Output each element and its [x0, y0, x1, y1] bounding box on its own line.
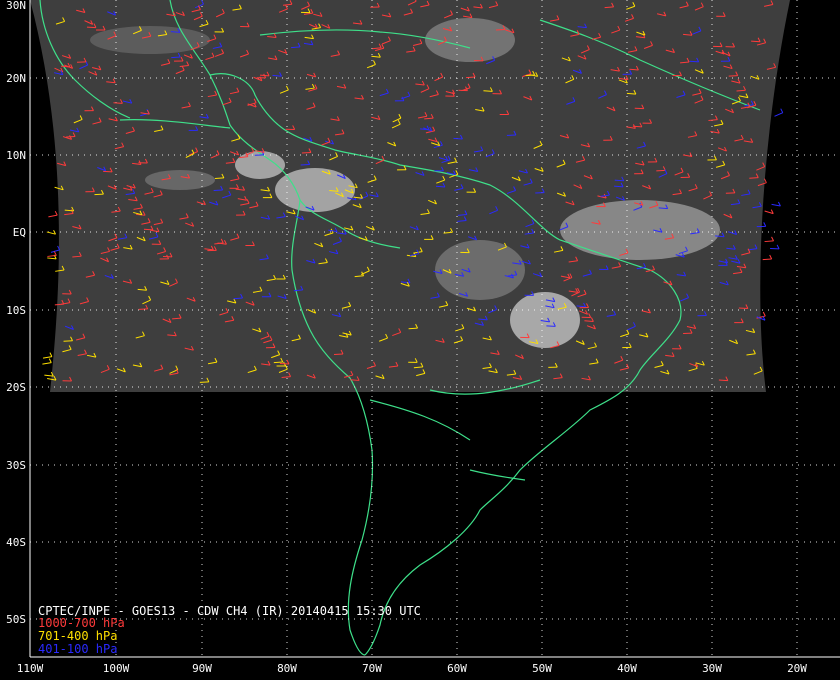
longitude-label: 50W: [532, 662, 552, 675]
legend-entry-mid-level: 701-400 hPa: [38, 629, 118, 643]
latitude-label: 10N: [6, 149, 26, 162]
longitude-label: 100W: [103, 662, 130, 675]
legend-entry-high-level: 401-100 hPa: [38, 642, 118, 656]
satellite-wind-map: 30N 20N 10N EQ 10S 20S 30S 40S 50S 110W 100W 90W 80W…: [0, 0, 840, 680]
longitude-label: 40W: [617, 662, 637, 675]
longitude-label: 30W: [702, 662, 722, 675]
latitude-label: 30N: [6, 0, 26, 12]
latitude-label: 50S: [6, 613, 26, 626]
longitude-label: 70W: [362, 662, 382, 675]
latitude-label: 20S: [6, 381, 26, 394]
legend-entry-low-level: 1000-700 hPa: [38, 616, 125, 630]
latitude-label: EQ: [13, 226, 26, 239]
latitude-label: 20N: [6, 72, 26, 85]
latitude-label: 40S: [6, 536, 26, 549]
latitude-label: 30S: [6, 459, 26, 472]
satellite-imagery-swath: [30, 0, 790, 392]
longitude-label: 20W: [787, 662, 807, 675]
longitude-label: 110W: [17, 662, 44, 675]
longitude-label: 80W: [277, 662, 297, 675]
longitude-label: 60W: [447, 662, 467, 675]
longitude-label: 90W: [192, 662, 212, 675]
latitude-label: 10S: [6, 304, 26, 317]
